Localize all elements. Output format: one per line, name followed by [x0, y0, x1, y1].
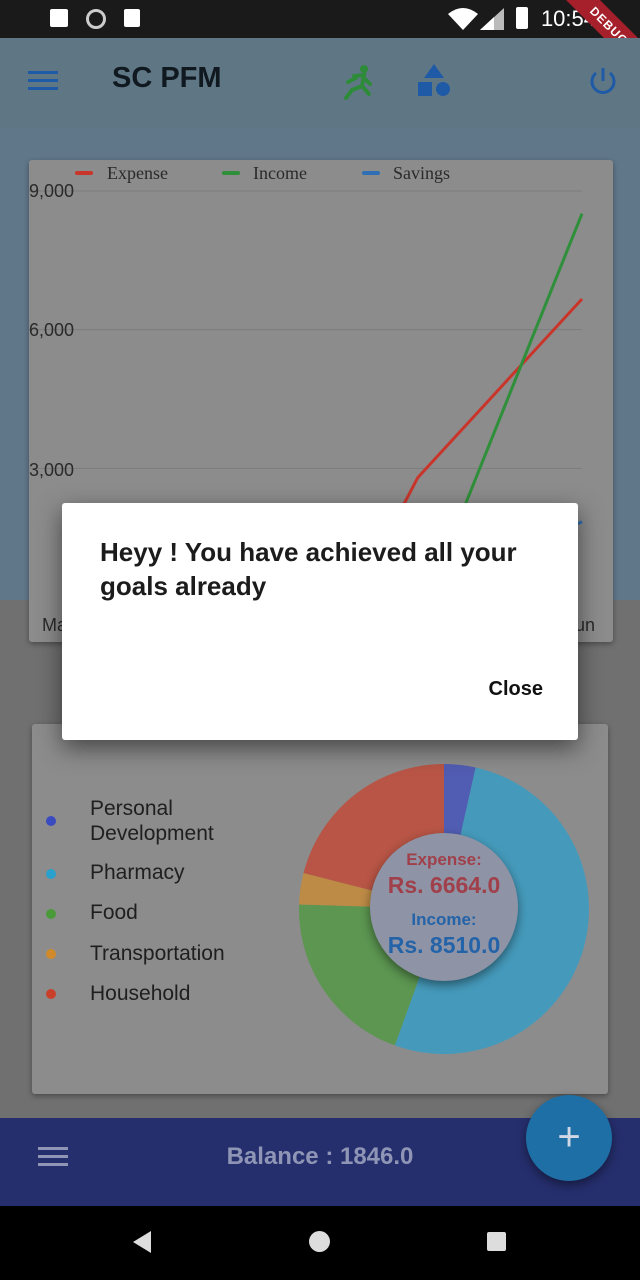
- chart-legend: Expense Income Savings: [75, 160, 615, 188]
- income-label: Income:: [411, 910, 477, 929]
- sync-notification-icon: [86, 9, 106, 29]
- menu-icon[interactable]: [28, 69, 58, 93]
- category-dot: [46, 869, 56, 879]
- y-tick-6000: 6,000: [29, 320, 75, 340]
- text-notification-icon: [50, 9, 68, 27]
- dialog-message: Heyy ! You have achieved all your goals …: [100, 537, 517, 601]
- category-dot: [46, 989, 56, 999]
- series-line-expense: [397, 297, 584, 516]
- y-tick-9000: 9,000: [29, 181, 75, 201]
- legend-savings: Savings: [393, 163, 451, 183]
- category-dot: [46, 816, 56, 826]
- category-dot: [46, 909, 56, 919]
- cellular-signal-icon: [480, 8, 504, 30]
- legend-expense: Expense: [107, 163, 168, 183]
- power-icon[interactable]: [587, 65, 619, 97]
- battery-icon: [516, 7, 528, 29]
- expense-value: Rs. 6664.0: [387, 872, 501, 898]
- back-icon[interactable]: [133, 1231, 153, 1253]
- income-value: Rs. 8510.0: [387, 932, 501, 958]
- legend-swatch-expense: [75, 171, 93, 175]
- app-bar: [0, 38, 640, 128]
- app-title: SC PFM: [112, 62, 222, 94]
- add-transaction-button[interactable]: +: [526, 1095, 612, 1181]
- wifi-icon: [448, 8, 478, 30]
- series-line-income: [459, 213, 584, 516]
- category-food: Food: [90, 901, 138, 924]
- shapes-icon[interactable]: [416, 64, 452, 98]
- expense-label: Expense:: [406, 850, 482, 869]
- legend-swatch-income: [222, 171, 240, 175]
- status-time: 10:54: [540, 6, 596, 31]
- category-dot: [46, 949, 56, 959]
- category-transportation: Transportation: [90, 942, 225, 965]
- category-personal-development: Personal Development: [90, 797, 214, 845]
- legend-income: Income: [253, 163, 307, 183]
- series-line-savings: [577, 520, 583, 526]
- recents-icon[interactable]: [487, 1232, 506, 1251]
- close-button[interactable]: Close: [489, 678, 543, 701]
- status-bar: 10:54: [0, 0, 640, 38]
- running-person-icon[interactable]: [342, 64, 374, 100]
- sd-card-icon: [124, 9, 140, 27]
- system-navigation-bar: [0, 1206, 640, 1280]
- legend-swatch-savings: [362, 171, 380, 175]
- home-icon[interactable]: [309, 1231, 330, 1252]
- goals-dialog: Heyy ! You have achieved all your goals …: [62, 503, 578, 740]
- category-pharmacy: Pharmacy: [90, 861, 185, 884]
- y-tick-3000: 3,000: [29, 460, 75, 480]
- category-household: Household: [90, 982, 191, 1005]
